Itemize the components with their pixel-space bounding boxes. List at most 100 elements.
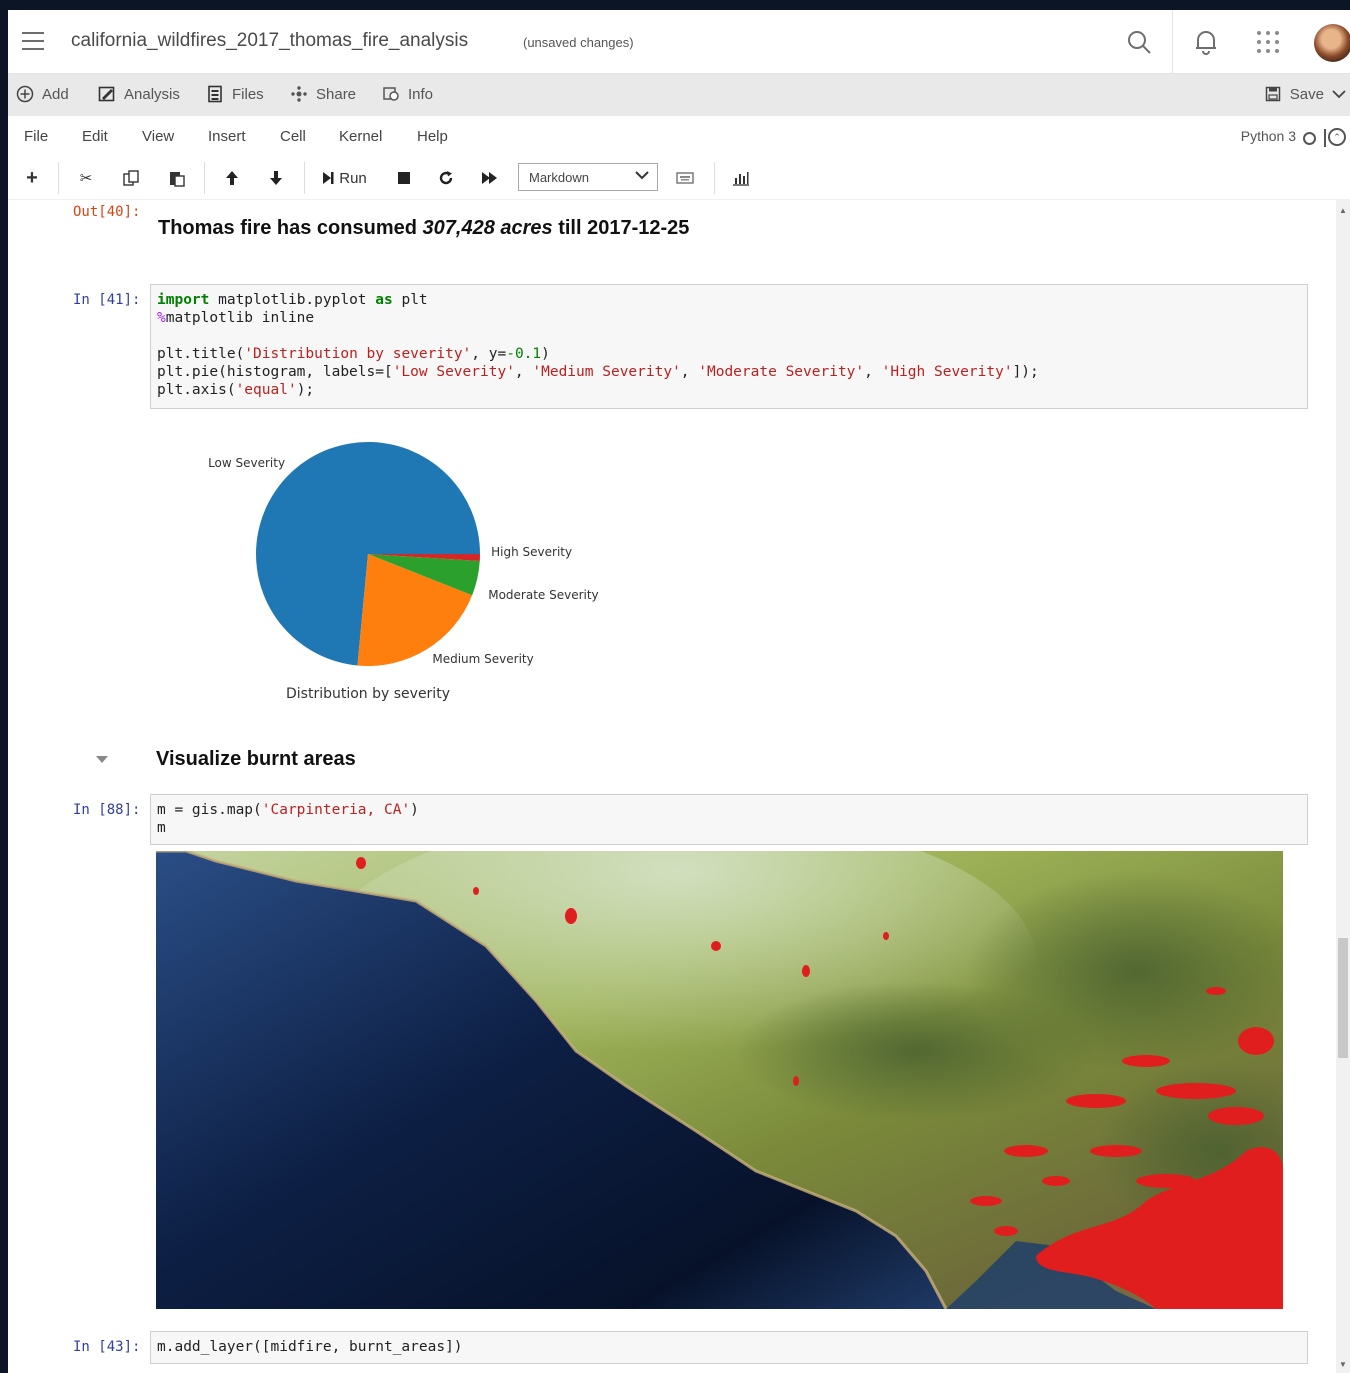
menu-view[interactable]: View — [142, 128, 174, 145]
copy-icon[interactable] — [120, 166, 142, 190]
out40-text-em: 307,428 acres — [422, 217, 553, 239]
kernel-divider — [1324, 129, 1326, 147]
satellite-map-image — [156, 851, 1283, 1309]
code-cell-88[interactable]: m = gis.map('Carpinteria, CA') m — [150, 794, 1308, 845]
notebook-body: Out[40]: Thomas fire has consumed 307,42… — [8, 200, 1336, 1373]
menu-edit[interactable]: Edit — [82, 128, 108, 145]
code-magic: % — [157, 310, 166, 326]
app-window: california_wildfires_2017_thomas_fire_an… — [8, 10, 1350, 1373]
menu-help[interactable]: Help — [417, 128, 448, 145]
toolbar-divider — [58, 162, 59, 194]
kernel-logo-icon: ⌃ — [1328, 128, 1346, 146]
scroll-down-arrow-icon[interactable]: ▼ — [1338, 1360, 1348, 1369]
chevron-down-icon — [635, 168, 649, 183]
code-line: plt.pie(histogram, labels=['Low Severity… — [157, 364, 1039, 380]
share-icon — [290, 85, 308, 103]
hamburger-menu-icon[interactable] — [22, 32, 44, 50]
severity-pie-chart: Low Severity Medium Severity Moderate Seve… — [208, 442, 599, 702]
add-menu[interactable]: Add — [16, 85, 69, 103]
search-icon[interactable] — [1123, 26, 1155, 58]
toolbar-divider — [204, 162, 205, 194]
move-down-arrow-icon[interactable] — [266, 166, 286, 190]
code-line: plt.axis('equal'); — [157, 382, 315, 398]
analysis-icon — [98, 85, 116, 103]
menu-file[interactable]: File — [24, 128, 48, 145]
run-button[interactable]: Run — [320, 166, 370, 190]
kernel-idle-indicator-icon — [1303, 132, 1316, 145]
notebook-toolbar: + ✂ Run Markdown — [8, 158, 1350, 200]
code-keyword: as — [375, 292, 393, 308]
save-menu-label: Save — [1289, 85, 1324, 103]
menu-cell[interactable]: Cell — [280, 128, 306, 145]
code-line: %matplotlib inline — [157, 310, 315, 326]
input-prompt-41: In [41]: — [73, 292, 141, 308]
app-header: california_wildfires_2017_thomas_fire_an… — [8, 10, 1350, 74]
chevron-down-icon — [1332, 86, 1346, 103]
cut-scissors-icon[interactable]: ✂ — [76, 166, 96, 190]
restart-kernel-icon[interactable] — [436, 166, 456, 190]
user-avatar[interactable] — [1314, 24, 1350, 62]
code-line: m = gis.map('Carpinteria, CA') — [157, 802, 419, 818]
app-grid-icon[interactable] — [1252, 26, 1284, 58]
add-menu-label: Add — [42, 85, 69, 103]
collapse-caret-icon[interactable] — [96, 756, 108, 763]
code-line: m.add_layer([midfire, burnt_areas]) — [157, 1339, 463, 1355]
toolbar-divider — [304, 162, 305, 194]
menu-insert[interactable]: Insert — [208, 128, 246, 145]
files-menu[interactable]: Files — [206, 85, 264, 103]
notebook-title[interactable]: california_wildfires_2017_thomas_fire_an… — [71, 30, 468, 52]
info-menu-label: Info — [408, 85, 434, 103]
step-forward-icon — [323, 172, 334, 184]
bell-icon[interactable] — [1190, 26, 1222, 58]
out40-text-post: till 2017-12-25 — [552, 217, 690, 239]
out40-text-pre: Thomas fire has consumed — [158, 217, 423, 239]
code-string: 'equal' — [235, 382, 297, 398]
code-line: import matplotlib.pyplot as plt — [157, 292, 428, 308]
analysis-menu[interactable]: Analysis — [98, 85, 180, 103]
scroll-up-arrow-icon[interactable]: ▲ — [1338, 206, 1348, 215]
analysis-menu-label: Analysis — [124, 85, 180, 103]
out40-text: Thomas fire has consumed 307,428 acres t… — [158, 217, 689, 240]
code-string: 'Medium Severity' — [532, 364, 681, 380]
save-menu[interactable]: Save — [1264, 85, 1346, 103]
info-icon — [382, 85, 400, 103]
output-prompt-40: Out[40]: — [73, 204, 141, 220]
keyboard-icon[interactable] — [674, 166, 696, 190]
section-heading: Visualize burnt areas — [156, 748, 356, 770]
code-string: 'Low Severity' — [392, 364, 515, 380]
menu-kernel[interactable]: Kernel — [339, 128, 382, 145]
info-menu[interactable]: Info — [382, 85, 433, 103]
header-divider — [1172, 10, 1173, 74]
satellite-map-output[interactable] — [156, 851, 1283, 1309]
fast-forward-icon[interactable] — [480, 166, 500, 190]
cell-type-select[interactable]: Markdown — [518, 163, 658, 191]
plus-circle-icon — [16, 85, 34, 103]
kernel-name: Python 3 — [1240, 128, 1296, 144]
code-string: 'Moderate Severity' — [698, 364, 865, 380]
pie-label-high: High Severity — [491, 545, 572, 559]
code-string: 'High Severity' — [881, 364, 1013, 380]
save-disk-icon — [1264, 85, 1282, 103]
toolbar-divider — [714, 162, 715, 194]
code-cell-41[interactable]: import matplotlib.pyplot as plt %matplotl… — [150, 284, 1308, 409]
code-line: m — [157, 820, 166, 836]
pie-label-medium: Medium Severity — [432, 652, 533, 666]
code-number: -0.1 — [506, 346, 542, 362]
code-line: plt.title('Distribution by severity', y=… — [157, 346, 550, 362]
scrollbar-thumb[interactable] — [1338, 938, 1348, 1058]
share-menu-label: Share — [316, 85, 357, 103]
share-menu[interactable]: Share — [290, 85, 356, 103]
code-keyword: import — [157, 292, 210, 308]
move-up-arrow-icon[interactable] — [222, 166, 242, 190]
insert-cell-plus-icon[interactable]: + — [22, 166, 42, 190]
input-prompt-88: In [88]: — [73, 802, 141, 818]
paste-icon[interactable] — [166, 166, 188, 190]
stop-icon[interactable] — [394, 166, 414, 190]
arcgis-menu-bar: Add Analysis Files Share Info Save — [8, 74, 1350, 116]
bar-chart-icon[interactable] — [730, 166, 752, 190]
vertical-scrollbar[interactable] — [1336, 200, 1350, 1373]
jupyter-menu-bar: File Edit View Insert Cell Kernel Help P… — [8, 116, 1350, 158]
code-cell-43[interactable]: m.add_layer([midfire, burnt_areas]) — [150, 1331, 1308, 1364]
files-icon — [206, 85, 224, 103]
